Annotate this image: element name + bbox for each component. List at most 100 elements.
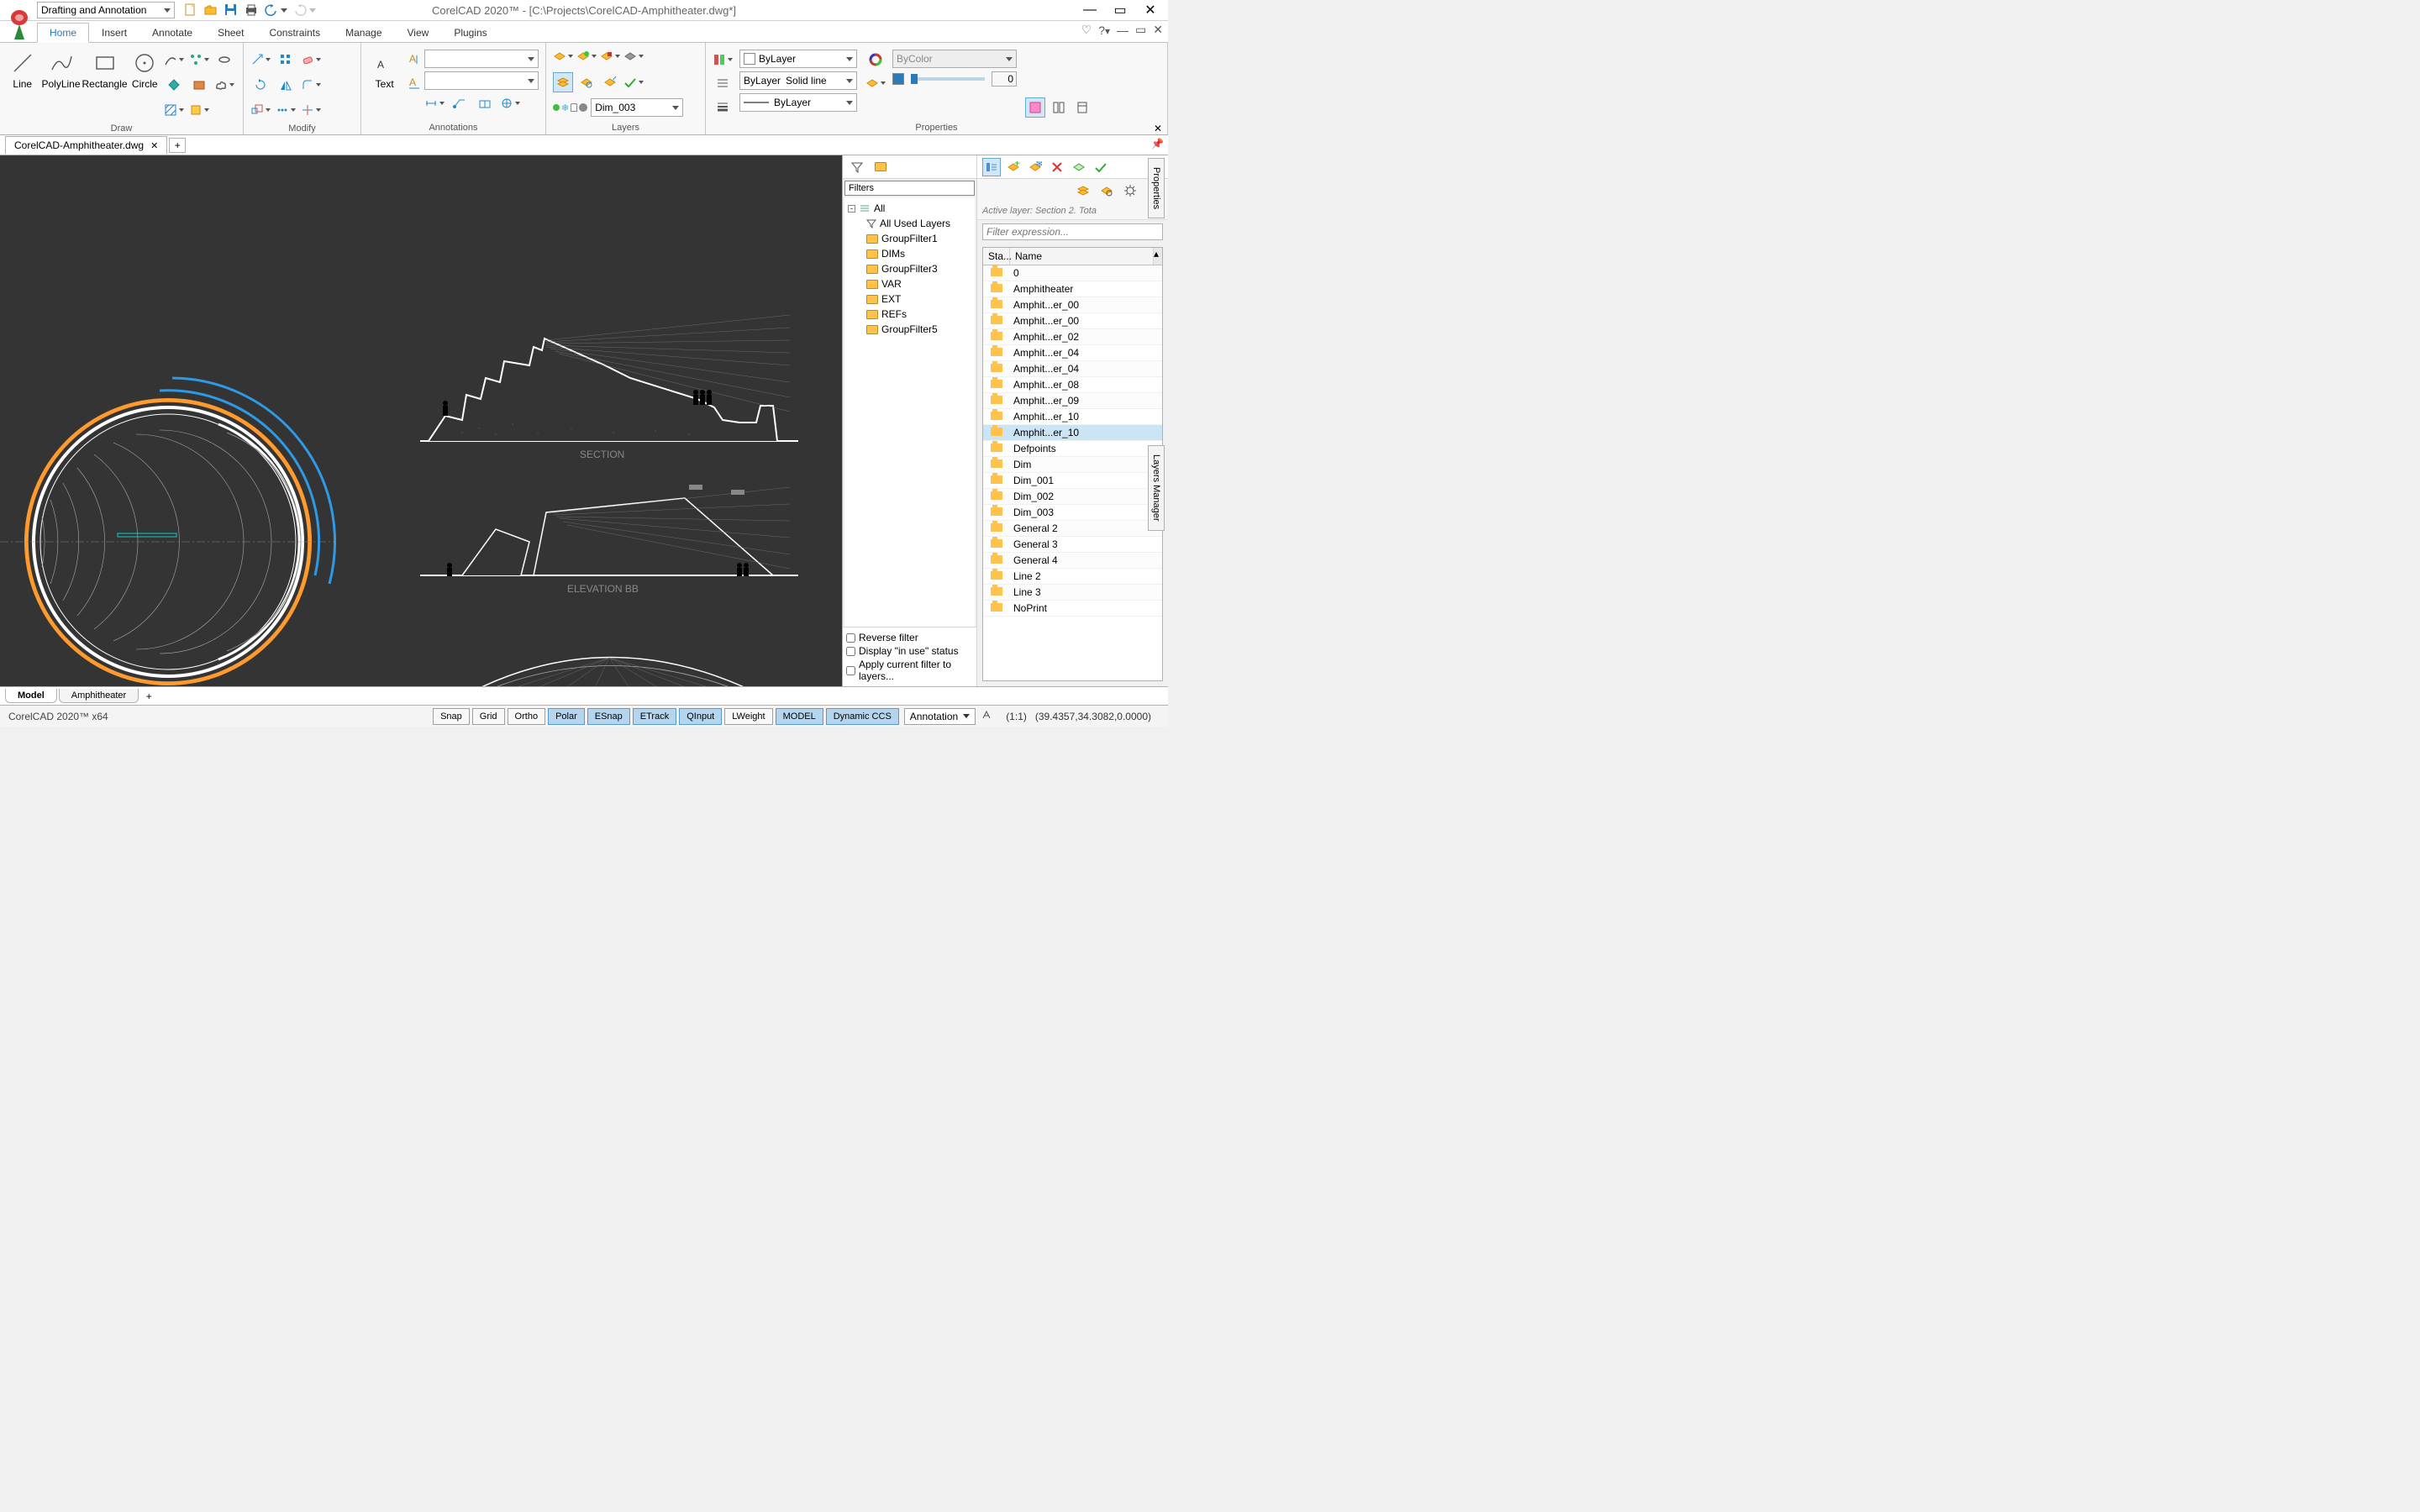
app-logo[interactable] <box>3 3 35 45</box>
toggle-model[interactable]: MODEL <box>776 708 823 725</box>
layer-row[interactable]: General 3 <box>983 537 1162 553</box>
filter-expression-input[interactable] <box>982 223 1163 240</box>
layer-row[interactable]: Amphit...er_10 <box>983 409 1162 425</box>
layer-manager-btn[interactable] <box>553 72 573 92</box>
layers-body[interactable]: 0AmphitheaterAmphit...er_00Amphit...er_0… <box>983 265 1162 681</box>
layer-row[interactable]: Amphit...er_08 <box>983 377 1162 393</box>
singleline-text[interactable]: A <box>404 50 424 70</box>
filter-node[interactable]: GroupFilter1 <box>866 231 971 246</box>
layer-row[interactable]: Line 3 <box>983 585 1162 601</box>
filter-node[interactable]: REFs <box>866 307 971 322</box>
leader-tool[interactable] <box>450 93 470 113</box>
doc-minimize[interactable]: — <box>1117 24 1128 37</box>
side-tab-layers[interactable]: Layers Manager <box>1148 445 1165 531</box>
layer-row[interactable]: Amphit...er_10 <box>983 425 1162 441</box>
filter-node[interactable]: VAR <box>866 276 971 291</box>
layer-state-4[interactable] <box>623 46 644 66</box>
cloud-tool[interactable] <box>214 75 234 95</box>
tab-constraints[interactable]: Constraints <box>256 23 333 42</box>
document-tab-add[interactable]: + <box>169 138 186 153</box>
workspace-combo[interactable]: Drafting and Annotation <box>37 2 175 18</box>
color-combo[interactable]: ByLayer <box>739 50 857 68</box>
close-button[interactable]: ✕ <box>1141 1 1160 19</box>
rectangle-button[interactable]: Rectangle <box>84 46 126 90</box>
transparency-mode-combo[interactable]: ByColor <box>892 50 1017 68</box>
prop-panel-2[interactable] <box>1049 97 1069 118</box>
spline-tool[interactable] <box>189 50 209 70</box>
toggle-ortho[interactable]: Ortho <box>508 708 546 725</box>
transparency-icon[interactable] <box>865 73 886 93</box>
redo-icon[interactable] <box>292 3 308 18</box>
circle-button[interactable]: Circle <box>129 46 160 90</box>
toggle-dynamic ccs[interactable]: Dynamic CCS <box>826 708 899 725</box>
point-tool[interactable] <box>189 100 209 120</box>
tab-home[interactable]: Home <box>37 23 89 43</box>
color-wheel[interactable] <box>865 50 886 70</box>
tab-sheet[interactable]: Sheet <box>205 23 256 42</box>
line-button[interactable]: Line <box>7 46 38 90</box>
help-icon[interactable]: ?▾ <box>1098 24 1110 37</box>
doc-close[interactable]: ✕ <box>1153 23 1163 37</box>
heart-icon[interactable]: ♡ <box>1081 23 1092 37</box>
layer-isolate[interactable] <box>576 72 597 92</box>
sheet-tab-model[interactable]: Model <box>5 689 57 703</box>
document-tab-close[interactable]: ✕ <box>150 140 158 151</box>
prop-panel-3[interactable] <box>1072 97 1092 118</box>
transparency-value[interactable]: 0 <box>992 71 1017 87</box>
filter-node-root[interactable]: -All <box>848 201 971 216</box>
filter-funnel-icon[interactable] <box>848 158 866 176</box>
apply-filter-check[interactable]: Apply current filter to layers... <box>846 658 973 683</box>
layer-row[interactable]: Amphit...er_04 <box>983 361 1162 377</box>
dimension-tool[interactable] <box>424 93 445 113</box>
tab-insert[interactable]: Insert <box>89 23 139 42</box>
layer-row[interactable]: General 4 <box>983 553 1162 569</box>
filter-node[interactable]: GroupFilter5 <box>866 322 971 337</box>
array-tool[interactable] <box>276 50 296 70</box>
layer-states[interactable] <box>1074 181 1092 200</box>
weight-props[interactable] <box>713 97 733 117</box>
polyline-button[interactable]: PolyLine <box>41 46 80 90</box>
print-icon[interactable] <box>244 3 259 18</box>
tab-view[interactable]: View <box>395 23 442 42</box>
layer-row[interactable]: Dim_002 <box>983 489 1162 505</box>
layer-merge[interactable]: ? <box>600 72 620 92</box>
lineweight-combo[interactable]: ByLayer <box>739 93 857 112</box>
polygon-tool[interactable] <box>164 75 184 95</box>
toggle-qinput[interactable]: QInput <box>679 708 722 725</box>
tab-manage[interactable]: Manage <box>333 23 394 42</box>
match-props[interactable] <box>713 50 733 70</box>
stretch-tool[interactable] <box>276 100 296 120</box>
list-props[interactable] <box>713 73 733 93</box>
transparency-slider[interactable] <box>911 77 985 81</box>
current-layer-combo[interactable]: Dim_003 <box>591 98 683 117</box>
layer-row[interactable]: Dim_001 <box>983 473 1162 489</box>
doc-restore[interactable]: ▭ <box>1135 23 1146 37</box>
layer-apply[interactable] <box>1092 158 1110 176</box>
sheet-tab-add[interactable]: + <box>140 690 157 702</box>
inuse-filter-check[interactable]: Display "in use" status <box>846 644 973 658</box>
layer-row[interactable]: Amphitheater <box>983 281 1162 297</box>
layer-row[interactable]: NoPrint <box>983 601 1162 617</box>
prop-panel-1[interactable] <box>1025 97 1045 118</box>
table-tool[interactable] <box>500 93 520 113</box>
layer-state-3[interactable] <box>600 46 620 66</box>
settings-icon[interactable] <box>1121 181 1139 200</box>
anno-icon[interactable] <box>981 709 992 723</box>
reverse-filter-check[interactable]: Reverse filter <box>846 631 973 644</box>
scale-tool[interactable] <box>250 100 271 120</box>
layer-state-2[interactable] <box>576 46 597 66</box>
mirror-tool[interactable] <box>276 75 296 95</box>
layer-row[interactable]: Amphit...er_04 <box>983 345 1162 361</box>
col-name[interactable]: Name <box>1010 248 1154 265</box>
text-button[interactable]: A Text <box>368 46 401 90</box>
arc-tool[interactable] <box>164 50 184 70</box>
document-tab[interactable]: CorelCAD-Amphitheater.dwg ✕ <box>5 136 167 154</box>
layer-row[interactable]: Amphit...er_00 <box>983 297 1162 313</box>
panel-close-icon[interactable]: ✕ <box>1151 123 1165 134</box>
filter-node[interactable]: GroupFilter3 <box>866 261 971 276</box>
erase-tool[interactable] <box>301 50 321 70</box>
layer-row[interactable]: Dim <box>983 457 1162 473</box>
tab-plugins[interactable]: Plugins <box>441 23 499 42</box>
text-style-combo[interactable] <box>424 50 539 68</box>
toggle-snap[interactable]: Snap <box>433 708 470 725</box>
